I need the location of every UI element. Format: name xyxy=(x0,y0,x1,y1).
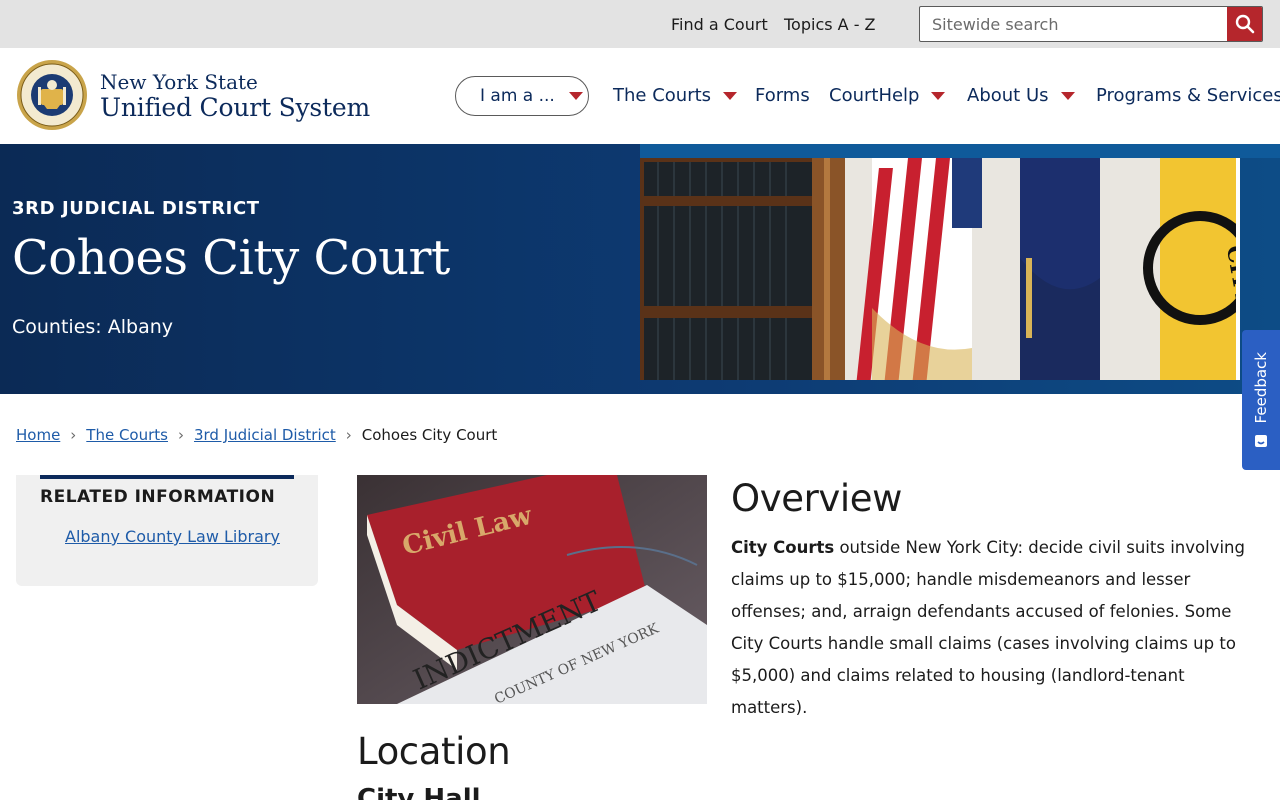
hero-accent-strip xyxy=(640,144,1280,158)
site-header: New York State Unified Court System I am… xyxy=(0,48,1280,144)
chevron-right-icon: › xyxy=(345,426,352,444)
breadcrumb-current: Cohoes City Court xyxy=(361,426,498,444)
search-button[interactable] xyxy=(1227,7,1262,41)
caret-down-icon xyxy=(568,92,583,100)
feedback-tab[interactable]: Feedback xyxy=(1242,330,1280,470)
civil-law-indictment-image: Civil Law INDICTMENT COUNTY OF NEW YORK xyxy=(357,475,707,704)
feedback-label: Feedback xyxy=(1252,352,1270,424)
i-am-a-dropdown[interactable]: I am a ... xyxy=(455,76,589,116)
caret-down-icon xyxy=(1060,91,1075,100)
find-a-court-link[interactable]: Find a Court xyxy=(671,15,768,34)
overview-text: outside New York City: decide civil suit… xyxy=(731,538,1245,717)
hero-district: 3RD JUDICIAL DISTRICT xyxy=(12,198,260,219)
nav-about-us-label: About Us xyxy=(967,85,1049,106)
nav-programs-services[interactable]: Programs & Services xyxy=(1096,85,1280,106)
brand-line-1[interactable]: New York State xyxy=(100,70,258,94)
nys-seal-logo[interactable] xyxy=(16,59,88,131)
nav-courthelp[interactable]: CourtHelp xyxy=(829,85,946,106)
search-input[interactable] xyxy=(920,7,1229,41)
page-title: Cohoes City Court xyxy=(12,230,450,286)
nav-forms[interactable]: Forms xyxy=(755,85,810,106)
hero-photo-bookshelf-flags: CITY OF xyxy=(640,158,1240,380)
nav-about-us[interactable]: About Us xyxy=(967,85,1075,106)
brand-line-2[interactable]: Unified Court System xyxy=(100,93,370,122)
caret-down-icon xyxy=(931,91,946,100)
overview-bold: City Courts xyxy=(731,538,835,557)
hero-banner: 3RD JUDICIAL DISTRICT Cohoes City Court … xyxy=(0,144,1280,394)
utility-bar: Find a Court Topics A - Z xyxy=(0,0,1280,48)
chevron-right-icon: › xyxy=(70,426,77,444)
related-information-panel: RELATED INFORMATION Albany County Law Li… xyxy=(16,475,318,586)
breadcrumb-home[interactable]: Home xyxy=(16,426,60,444)
breadcrumb-the-courts[interactable]: The Courts xyxy=(86,426,168,444)
overview-heading: Overview xyxy=(731,477,902,520)
location-heading: Location xyxy=(357,730,511,773)
nav-programs-services-label: Programs & Services xyxy=(1096,85,1280,106)
breadcrumb-3rd-judicial-district[interactable]: 3rd Judicial District xyxy=(194,426,336,444)
feedback-icon xyxy=(1255,434,1267,447)
overview-paragraph: City Courts outside New York City: decid… xyxy=(731,532,1251,724)
search-icon xyxy=(1235,14,1254,34)
nav-the-courts[interactable]: The Courts xyxy=(613,85,738,106)
albany-county-law-library-link[interactable]: Albany County Law Library xyxy=(65,527,280,546)
nav-the-courts-label: The Courts xyxy=(613,85,712,106)
chevron-right-icon: › xyxy=(177,426,184,444)
topics-a-z-link[interactable]: Topics A - Z xyxy=(784,15,876,34)
related-information-heading: RELATED INFORMATION xyxy=(40,487,276,507)
nav-forms-label: Forms xyxy=(755,85,810,106)
caret-down-icon xyxy=(723,91,738,100)
breadcrumb: Home › The Courts › 3rd Judicial Distric… xyxy=(16,426,497,444)
nav-courthelp-label: CourtHelp xyxy=(829,85,920,106)
related-accent-bar xyxy=(40,475,294,479)
i-am-a-label: I am a ... xyxy=(480,86,555,106)
hero-counties: Counties: Albany xyxy=(12,316,173,338)
location-subheading: City Hall xyxy=(357,784,481,800)
sitewide-search xyxy=(919,6,1263,42)
